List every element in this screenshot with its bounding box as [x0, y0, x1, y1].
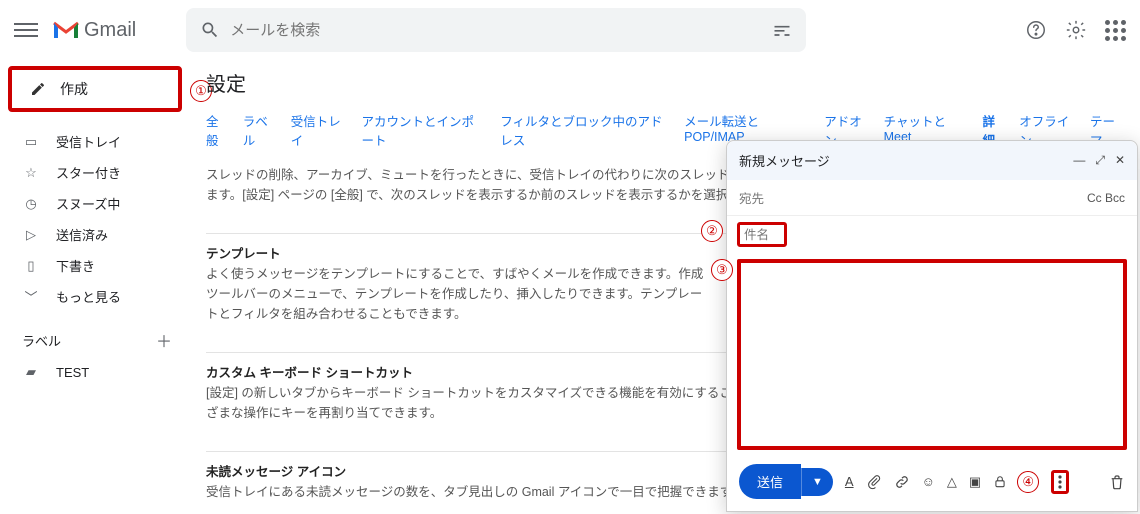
- callout-2: ②: [701, 220, 723, 242]
- attach-icon[interactable]: [866, 474, 882, 490]
- send-button[interactable]: 送信 ▼: [739, 464, 833, 499]
- gmail-m-icon: [52, 19, 80, 41]
- more-options-button[interactable]: [1051, 470, 1069, 494]
- link-icon[interactable]: [894, 474, 910, 490]
- main-menu-button[interactable]: [14, 18, 38, 42]
- chevron-down-icon: ﹀: [22, 287, 40, 306]
- sidebar-item-label: スヌーズ中: [56, 194, 120, 213]
- send-label: 送信: [739, 464, 801, 499]
- discard-icon[interactable]: [1109, 474, 1125, 490]
- logo-text: Gmail: [84, 19, 136, 42]
- tab-inbox[interactable]: 受信トレイ: [291, 111, 348, 149]
- page-title: 設定: [206, 60, 1124, 111]
- draft-icon: ▯: [22, 258, 40, 274]
- gear-icon[interactable]: [1065, 19, 1087, 41]
- tab-filters[interactable]: フィルタとブロック中のアドレス: [500, 111, 670, 149]
- compose-subject-input[interactable]: [744, 228, 780, 242]
- minimize-icon[interactable]: —: [1073, 153, 1085, 168]
- format-icon[interactable]: A: [845, 474, 854, 489]
- sidebar-item-label: スター付き: [56, 163, 121, 182]
- add-label-icon[interactable]: ＋: [156, 328, 172, 352]
- labels-header-text: ラベル: [22, 331, 61, 350]
- setting-title: テンプレート: [206, 244, 706, 264]
- callout-3: ③: [711, 259, 733, 281]
- sidebar-item-more[interactable]: ﹀ もっと見る: [8, 281, 182, 312]
- sidebar-item-label: もっと見る: [56, 287, 121, 306]
- cc-button[interactable]: Cc: [1087, 191, 1102, 205]
- sidebar-item-label: 受信トレイ: [56, 132, 121, 151]
- sidebar-item-snoozed[interactable]: ◷ スヌーズ中: [8, 188, 182, 219]
- labels-header: ラベル ＋: [8, 312, 182, 358]
- sidebar-item-label: 送信済み: [56, 225, 108, 244]
- sidebar-item-drafts[interactable]: ▯ 下書き: [8, 250, 182, 281]
- sidebar-item-inbox[interactable]: ▭ 受信トレイ: [8, 126, 182, 157]
- gmail-logo: Gmail: [52, 19, 136, 42]
- image-icon[interactable]: ▣: [969, 474, 981, 490]
- compose-body[interactable]: ③: [737, 259, 1127, 450]
- apps-icon[interactable]: [1105, 20, 1126, 41]
- sidebar-item-label: TEST: [56, 365, 89, 380]
- tab-accounts[interactable]: アカウントとインポート: [361, 111, 486, 149]
- compose-button[interactable]: 作成 ①: [8, 66, 182, 112]
- search-icon: [200, 20, 220, 40]
- pencil-icon: [30, 81, 46, 97]
- sidebar: 作成 ① ▭ 受信トレイ ☆ スター付き ◷ スヌーズ中 ▷ 送信済み ▯ 下書き ﹀ もっ…: [0, 60, 190, 514]
- tab-labels[interactable]: ラベル: [243, 111, 277, 149]
- compose-label: 作成: [60, 79, 88, 99]
- drive-icon[interactable]: △: [947, 474, 957, 490]
- sidebar-item-starred[interactable]: ☆ スター付き: [8, 157, 182, 188]
- sidebar-item-label: 下書き: [56, 256, 95, 275]
- search-input[interactable]: [230, 22, 772, 39]
- compose-header[interactable]: 新規メッセージ — ⤢ ✕: [727, 141, 1137, 180]
- to-label: 宛先: [739, 188, 764, 207]
- fullscreen-icon[interactable]: ⤢: [1095, 153, 1105, 168]
- emoji-icon[interactable]: ☺: [922, 474, 935, 489]
- setting-templates: テンプレート よく使うメッセージをテンプレートにすることで、すばやくメールを作成…: [206, 236, 706, 342]
- send-options-arrow[interactable]: ▼: [801, 468, 833, 496]
- sent-icon: ▷: [22, 227, 40, 243]
- tab-general[interactable]: 全般: [206, 111, 229, 149]
- search-bar[interactable]: [186, 8, 806, 52]
- setting-desc: よく使うメッセージをテンプレートにすることで、すばやくメールを作成できます。作成…: [206, 267, 703, 321]
- confidential-icon[interactable]: [993, 475, 1007, 489]
- bcc-button[interactable]: Bcc: [1105, 191, 1125, 205]
- setting-desc: 受信トレイにある未読メッセージの数を、タブ見出しの Gmail アイコンで一目で…: [206, 485, 743, 499]
- close-icon[interactable]: ✕: [1115, 153, 1125, 168]
- compose-to-row[interactable]: 宛先 Cc Bcc: [727, 180, 1137, 216]
- callout-4: ④: [1017, 471, 1039, 493]
- compose-subject-row: ②: [727, 216, 1137, 253]
- compose-window: 新規メッセージ — ⤢ ✕ 宛先 Cc Bcc ② ③ 送信 ▼ A ☺ △ ▣: [726, 140, 1138, 512]
- sidebar-item-sent[interactable]: ▷ 送信済み: [8, 219, 182, 250]
- help-icon[interactable]: [1025, 19, 1047, 41]
- star-icon: ☆: [22, 165, 40, 181]
- label-icon: ▰: [22, 364, 40, 380]
- compose-subject-box: [737, 222, 787, 247]
- compose-title: 新規メッセージ: [739, 151, 830, 170]
- inbox-icon: ▭: [22, 134, 40, 150]
- compose-toolbar: 送信 ▼ A ☺ △ ▣ ④: [727, 456, 1137, 511]
- clock-icon: ◷: [22, 196, 40, 212]
- search-options-icon[interactable]: [772, 20, 792, 40]
- sidebar-label-test[interactable]: ▰ TEST: [8, 358, 182, 386]
